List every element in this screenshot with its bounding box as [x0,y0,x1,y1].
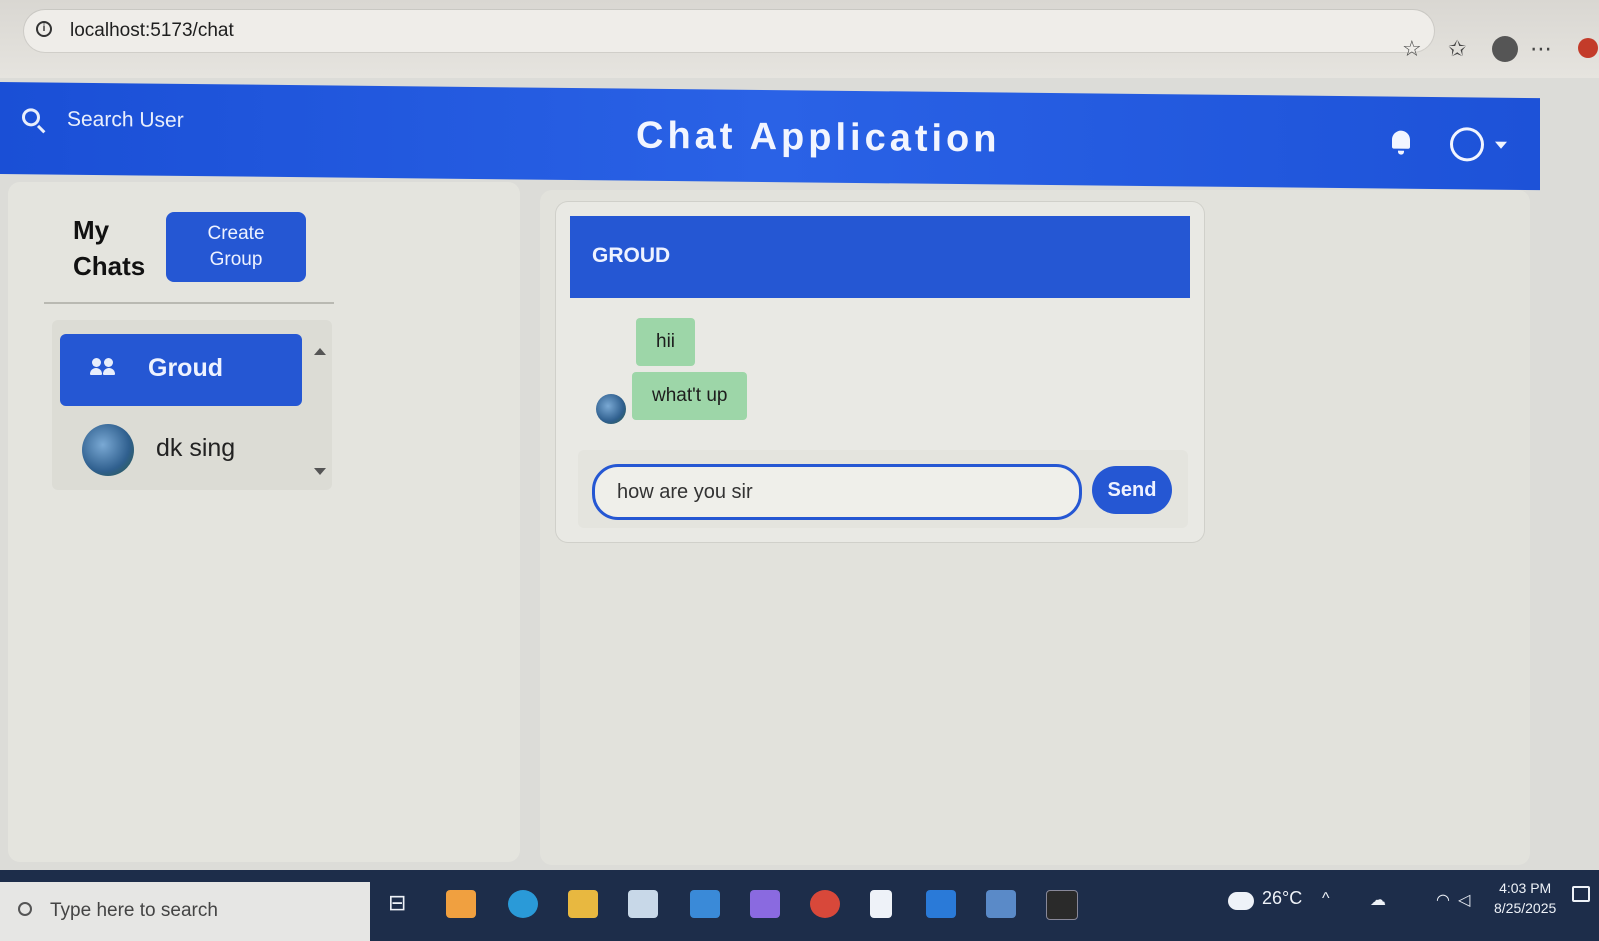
store-icon[interactable] [628,890,658,918]
chat-item-dk-sing[interactable]: dk sing [60,418,302,484]
scroll-up-icon[interactable] [314,348,326,355]
task-view-icon[interactable]: ⊟ [388,890,418,918]
browser-toolbar: i localhost:5173/chat ☆ ✩ ⋯ [0,0,1599,78]
chat-item-groud[interactable]: Groud [60,334,302,406]
onedrive-icon[interactable]: ☁ [1370,890,1386,910]
button-label: Group [209,249,263,270]
address-bar[interactable] [24,10,1434,52]
my-chats-heading: My Chats [73,212,153,284]
app-header: Search User Chat Application [0,82,1540,191]
mail-icon[interactable] [690,890,720,918]
terminal-icon[interactable] [1046,890,1078,920]
send-button[interactable]: Send [1092,466,1172,514]
site-info-icon[interactable]: i [36,21,52,37]
chevron-up-icon[interactable]: ^ [1322,890,1330,908]
button-label: Create [207,223,265,244]
avatar [82,424,134,476]
notepad-icon[interactable] [870,890,892,918]
file-explorer-icon[interactable] [568,890,598,918]
volume-icon[interactable]: ◁ [1458,890,1470,910]
cloud-icon[interactable] [1228,892,1254,910]
url-text[interactable]: localhost:5173/chat [70,20,234,42]
user-avatar[interactable] [1450,127,1484,162]
message-bubble: what't up [632,372,748,420]
clock[interactable]: 4:03 PM 8/25/2025 [1494,878,1556,918]
notification-icon[interactable] [1572,886,1590,902]
heading-line: My [73,215,110,245]
bookmark-star-icon[interactable]: ☆ [1402,36,1422,62]
scroll-down-icon[interactable] [314,468,326,475]
chat-title: GROUD [592,244,671,267]
profile-icon[interactable] [1492,36,1518,62]
chevron-down-icon[interactable] [1495,141,1507,149]
avatar [596,394,626,424]
create-group-button[interactable]: Create Group [166,212,306,282]
taskbar-search-placeholder: Type here to search [50,900,218,921]
clock-date: 8/25/2025 [1494,900,1557,916]
taskbar-search[interactable]: Type here to search [0,882,370,941]
bell-icon[interactable] [1392,130,1410,149]
chat-window: GROUD hii what't up how are you sir Send [556,202,1204,542]
group-icon [90,358,116,376]
chrome-icon[interactable] [810,890,840,918]
search-icon[interactable] [22,108,40,127]
chat-item-label: dk sing [156,434,236,462]
divider [44,302,334,304]
more-menu-icon[interactable]: ⋯ [1530,36,1552,62]
m365-icon[interactable] [750,890,780,918]
wifi-icon[interactable]: ◠ [1436,890,1450,910]
clock-time: 4:03 PM [1499,880,1552,896]
chat-item-label: Groud [148,354,223,382]
heading-line: Chats [73,251,146,281]
chat-panel: GROUD hii what't up how are you sir Send [540,190,1530,865]
chat-list: Groud dk sing [52,320,332,490]
edge-icon[interactable] [508,890,538,918]
temperature[interactable]: 26°C [1262,888,1302,909]
message-input[interactable]: how are you sir [592,464,1082,520]
message-bubble: hii [636,318,696,366]
copilot-icon[interactable] [446,890,476,918]
remote-desktop-icon[interactable] [986,890,1016,918]
taskbar: Type here to search ⊟ 26°C ^ ☁ ◠ ◁ 4:03 … [0,870,1599,941]
my-chats-panel: My Chats Create Group Groud dk sing [8,182,520,862]
vscode-icon[interactable] [926,890,956,918]
extension-icon[interactable] [1578,38,1598,58]
app-title: Chat Application [636,114,1001,161]
favorites-icon[interactable]: ✩ [1448,36,1466,62]
search-icon [18,902,32,916]
chat-header: GROUD [570,216,1190,298]
search-user-button[interactable]: Search User [67,108,184,133]
